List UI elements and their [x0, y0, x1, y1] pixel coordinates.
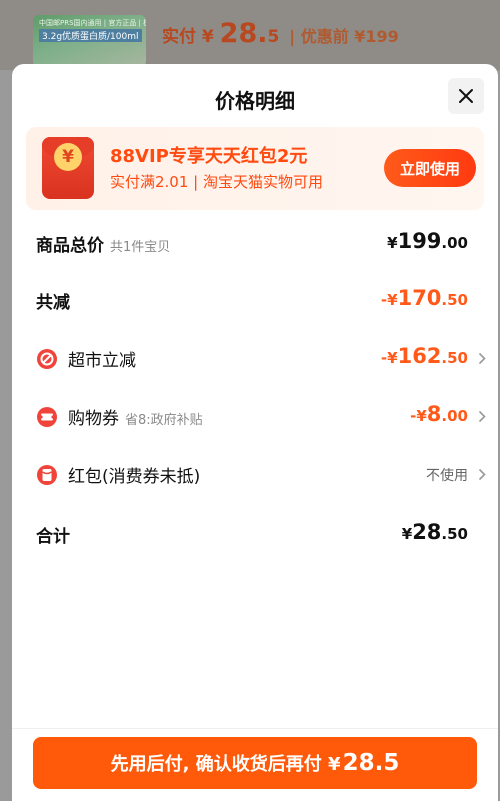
footer-bar: 先用后付, 确认收货后再付 ¥28.5 — [12, 728, 498, 801]
sheet-title: 价格明细 — [215, 89, 295, 113]
row-shopping-coupon[interactable]: 购物券 省8:政府补贴 -¥8.00 — [12, 396, 498, 436]
total-discount-label: 共减 — [36, 293, 70, 313]
total-discount-value: -¥170.50 — [380, 286, 468, 310]
coupon-label: 购物券 省8:政府补贴 — [68, 409, 203, 429]
red-packet-label: 红包(消费券未抵) — [68, 467, 201, 487]
supermarket-value: -¥162.50 — [380, 344, 468, 368]
row-red-packet[interactable]: 红包(消费券未抵) 不使用 — [12, 454, 498, 494]
red-packet-icon — [37, 465, 57, 485]
goods-total-value: ¥199.00 — [387, 229, 468, 253]
product-thumbnail: 中国邮PRS国内通用 | 官方正品 | 极速发货 3.2g优质蛋白质/100ml — [33, 15, 146, 67]
goods-total-label: 商品总价 共1件宝贝 — [36, 236, 171, 256]
chevron-right-icon — [478, 352, 486, 365]
coupon-hint: 省8:政府补贴 — [125, 413, 203, 428]
supermarket-label: 超市立减 — [68, 351, 136, 371]
thumb-text-1: 中国邮PRS国内通用 | 官方正品 | 极速发货 — [39, 19, 146, 27]
chevron-right-icon — [478, 468, 486, 481]
grand-total-label: 合计 — [36, 527, 70, 547]
bg-price-dec: 5 — [267, 27, 280, 47]
use-now-button[interactable]: 立即使用 — [384, 149, 476, 187]
yuan-coin-icon: ¥ — [54, 143, 82, 171]
background-price: 实付 ¥ 28.5 | 优惠前 ¥199 — [162, 18, 399, 49]
goods-count-hint: 共1件宝贝 — [110, 240, 171, 255]
pay-button-text: 先用后付, 确认收货后再付 ¥ — [110, 754, 341, 775]
row-total-discount: 共减 -¥170.50 — [12, 280, 498, 320]
promo-title: 88VIP专享天天红包2元 — [110, 146, 308, 167]
thumb-text-2: 3.2g优质蛋白质/100ml — [39, 29, 142, 42]
bg-orig-price: | 优惠前 ¥199 — [289, 27, 399, 46]
promo-subtitle: 实付满2.01 | 淘宝天猫实物可用 — [110, 173, 323, 191]
bg-price-prefix: 实付 ¥ — [162, 27, 220, 47]
row-goods-total: 商品总价 共1件宝贝 ¥199.00 — [12, 223, 498, 263]
bg-price-int: 28. — [219, 18, 268, 49]
vip-red-packet-banner: ¥ 88VIP专享天天红包2元 实付满2.01 | 淘宝天猫实物可用 立即使用 — [26, 127, 484, 210]
row-grand-total: 合计 ¥28.50 — [12, 514, 498, 554]
coupon-value: -¥8.00 — [410, 402, 468, 426]
grand-total-value: ¥28.50 — [401, 520, 468, 544]
pay-later-button[interactable]: 先用后付, 确认收货后再付 ¥28.5 — [33, 737, 477, 789]
chevron-right-icon — [478, 410, 486, 423]
red-packet-icon: ¥ — [42, 137, 94, 199]
background-product-strip: 中国邮PRS国内通用 | 官方正品 | 极速发货 3.2g优质蛋白质/100ml… — [0, 0, 500, 70]
close-button[interactable] — [448, 78, 484, 114]
close-icon — [459, 89, 473, 103]
ticket-icon — [37, 407, 57, 427]
price-detail-sheet: 价格明细 ¥ 88VIP专享天天红包2元 实付满2.01 | 淘宝天猫实物可用 … — [12, 64, 498, 801]
row-supermarket-discount[interactable]: 超市立减 -¥162.50 — [12, 338, 498, 378]
pay-button-amount: 28.5 — [342, 750, 400, 776]
discount-icon — [37, 349, 57, 369]
red-packet-value: 不使用 — [426, 468, 468, 484]
